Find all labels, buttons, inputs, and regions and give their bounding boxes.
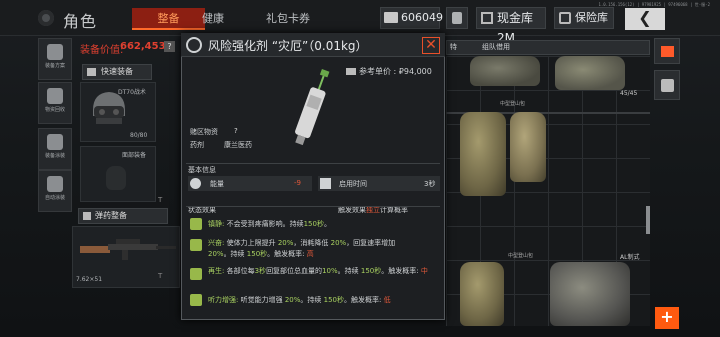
energy-icon <box>190 178 201 189</box>
help-icon[interactable]: ? <box>234 127 238 135</box>
bag-icon <box>661 79 674 92</box>
face-slot-label: 面部装备 <box>122 152 147 159</box>
safe-icon <box>559 12 571 24</box>
tab-health[interactable]: 健康 <box>195 8 231 30</box>
weapon-caliber: 7.62×51 <box>76 276 103 283</box>
item-tag-zone: 赌区物资 <box>190 128 218 136</box>
effect-regeneration: 再生: 各部位每3秒回复部位总血量的10%。持续 150秒。触发概率: 中 <box>208 267 428 275</box>
add-button[interactable]: + <box>655 307 679 329</box>
item-label: 中型登山包 <box>500 101 526 107</box>
stack-button[interactable] <box>654 38 680 64</box>
money-icon <box>384 12 398 23</box>
capacity-count: 45/45 <box>620 90 638 97</box>
money-display: 606049 <box>380 7 443 29</box>
equip-value: 662,453 <box>120 41 166 52</box>
cash-vault-button[interactable]: 现金库 2M <box>476 7 546 45</box>
vault-button[interactable]: 保险库 <box>554 7 614 29</box>
tab-gift-coupons[interactable]: 礼包卡券 <box>258 8 318 30</box>
regeneration-icon <box>190 268 202 280</box>
ammo-button[interactable]: 弹药整备 <box>78 208 168 224</box>
help-icon[interactable]: ? <box>164 41 175 52</box>
recycle-icon <box>47 88 63 104</box>
face-mask-icon <box>106 166 126 190</box>
use-time-stat <box>318 176 440 191</box>
syringe-image <box>295 69 330 146</box>
equip-plan-button[interactable]: 装备方案 <box>38 38 72 80</box>
quick-equip-button[interactable]: 快速装备 <box>82 64 152 80</box>
reference-price: 参考单价 : ₽94,000 <box>346 66 432 77</box>
tab-partial[interactable]: 特 <box>450 42 457 52</box>
scrollbar[interactable] <box>646 206 650 234</box>
money-icon <box>346 68 356 75</box>
page-title: 角色 <box>63 12 98 31</box>
effect-sedation: 镇静: 不会受到疼痛影响。持续150秒。 <box>208 220 331 228</box>
basic-info-title: 基本信息 <box>188 166 216 174</box>
item-tag-type: 药剂 <box>190 141 204 149</box>
tab-team-borrow[interactable]: 组队借用 <box>482 42 510 52</box>
auto-paint-icon <box>47 176 63 192</box>
excitement-icon <box>190 239 202 251</box>
item-label: 中型登山包 <box>508 253 534 259</box>
item-label: AL制式 <box>620 254 640 261</box>
helmet-durability: 80/80 <box>130 132 148 139</box>
backpack-item[interactable] <box>555 56 625 90</box>
hourglass-icon <box>320 178 331 189</box>
item-type-icon <box>186 37 202 53</box>
sedation-icon <box>190 218 202 230</box>
lock-icon[interactable] <box>446 7 468 29</box>
t-marker-2: T <box>158 272 163 280</box>
rifle-image <box>80 239 176 260</box>
ammo-icon <box>83 212 91 220</box>
game-screen: 1.0.156.156(12) | 97981925 | 97496068 | … <box>0 0 720 337</box>
energy-label: 能量 <box>210 180 224 188</box>
vault-label: 保险库 <box>575 11 608 24</box>
stack-icon <box>661 46 674 57</box>
auto-paint-button[interactable]: 自动涂装 <box>38 170 72 212</box>
popup-title: 风险强化剂 “灾厄”（0.01kg） <box>208 39 368 53</box>
hearing-icon <box>190 294 202 306</box>
divider <box>186 206 440 207</box>
recycle-button[interactable]: 物资回收 <box>38 82 72 124</box>
cash-icon <box>481 12 493 24</box>
backpack-item[interactable] <box>470 56 540 86</box>
use-time-value: 3秒 <box>424 180 436 188</box>
filter-button[interactable] <box>654 70 680 100</box>
item-tag-brand: 康兰医药 <box>224 141 252 149</box>
shirt-icon <box>87 68 96 76</box>
gear-icon[interactable] <box>38 10 54 26</box>
paint-icon <box>47 134 63 150</box>
inventory-tabs <box>446 40 650 55</box>
vest-item[interactable] <box>550 262 630 326</box>
plan-icon <box>47 44 63 60</box>
helmet-name: DT70战术 <box>118 89 146 96</box>
energy-value: -9 <box>294 179 301 187</box>
backpack-item[interactable] <box>460 262 504 326</box>
money-value: 606049 <box>401 11 443 24</box>
paint-button[interactable]: 装备涂装 <box>38 128 72 170</box>
divider <box>186 163 440 164</box>
t-marker: T <box>158 196 163 204</box>
equip-value-label: 装备价值: <box>80 45 124 56</box>
effect-excitement: 兴奋: 使体力上限提升 20%，消耗降低 20%，回复速率增加 20%。持续 15… <box>208 239 396 258</box>
effect-hearing: 听力增强: 听觉能力增强 20%。持续 150秒。触发概率: 低 <box>208 296 391 304</box>
use-time-label: 启用时间 <box>339 180 367 188</box>
backpack-item[interactable] <box>510 112 546 182</box>
back-button[interactable]: ❮ <box>625 8 665 30</box>
backpack-item[interactable] <box>460 112 506 196</box>
close-button[interactable]: ✕ <box>422 37 440 54</box>
